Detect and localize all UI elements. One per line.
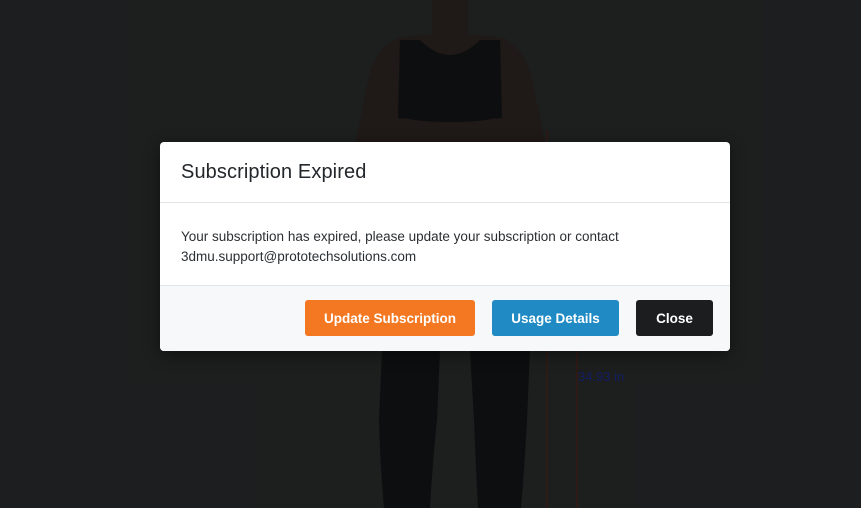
subscription-expired-dialog: Subscription Expired Your subscription h… xyxy=(160,142,730,351)
update-subscription-button[interactable]: Update Subscription xyxy=(305,300,475,336)
usage-details-button[interactable]: Usage Details xyxy=(492,300,619,336)
dialog-footer: Update Subscription Usage Details Close xyxy=(160,286,730,351)
dialog-body: Your subscription has expired, please up… xyxy=(160,203,730,286)
dialog-header: Subscription Expired xyxy=(160,142,730,203)
dialog-message: Your subscription has expired, please up… xyxy=(181,229,619,264)
dialog-title: Subscription Expired xyxy=(181,161,367,183)
close-button[interactable]: Close xyxy=(636,300,713,336)
